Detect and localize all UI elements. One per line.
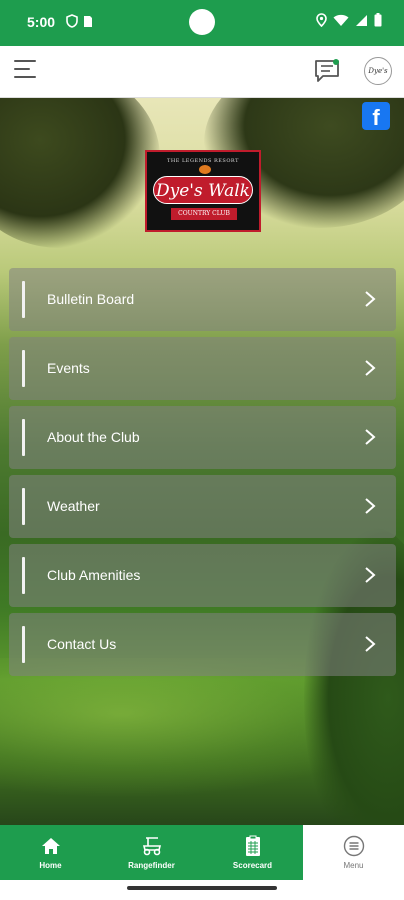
golf-cart-icon <box>142 837 161 856</box>
logo-sub-text: COUNTRY CLUB <box>171 208 237 220</box>
chevron-right-icon <box>365 636 376 652</box>
menu-item-weather[interactable]: Weather <box>9 475 396 538</box>
status-bar: 5:00 <box>0 0 404 46</box>
menu-item-label: Events <box>47 360 90 376</box>
menu-item-about-the-club[interactable]: About the Club <box>9 406 396 469</box>
tree-canopy-left <box>0 98 160 248</box>
sim-card-icon <box>84 15 92 27</box>
status-time: 5:00 <box>27 14 56 30</box>
logo-name: Dye's Walk <box>153 176 253 204</box>
menu-item-label: About the Club <box>47 429 140 445</box>
signal-icon <box>356 14 367 26</box>
nav-home-label: Home <box>39 861 62 870</box>
orange-icon <box>199 165 211 174</box>
camera-cutout <box>189 9 215 35</box>
chevron-right-icon <box>365 567 376 583</box>
chevron-right-icon <box>365 360 376 376</box>
menu-item-label: Club Amenities <box>47 567 141 583</box>
club-badge-text: Dye's <box>368 67 388 75</box>
chevron-right-icon <box>365 291 376 307</box>
menu-item-accent <box>22 419 25 456</box>
nav-rangefinder-label: Rangefinder <box>128 861 175 870</box>
menu-item-label: Bulletin Board <box>47 291 135 307</box>
menu-item-accent <box>22 281 25 318</box>
gesture-area <box>0 880 404 900</box>
menu-circle-icon <box>343 835 364 857</box>
golf-course-background: f THE LEGENDS RESORT Dye's Walk COUNTRY … <box>0 98 404 825</box>
menu-item-accent <box>22 488 25 525</box>
bottom-navigation: Home Rangefinder Scorecard Menu <box>0 825 404 880</box>
menu-item-club-amenities[interactable]: Club Amenities <box>9 544 396 607</box>
menu-item-contact-us[interactable]: Contact Us <box>9 613 396 676</box>
scorecard-icon <box>245 835 260 856</box>
menu-item-accent <box>22 557 25 594</box>
chevron-right-icon <box>365 498 376 514</box>
nav-menu-label: Menu <box>343 861 364 870</box>
home-icon <box>41 838 60 854</box>
hamburger-menu-icon[interactable] <box>14 60 40 84</box>
logo-top-text: THE LEGENDS RESORT <box>167 158 239 164</box>
nav-menu[interactable]: Menu <box>303 825 404 880</box>
battery-icon <box>374 13 382 27</box>
shield-icon <box>66 14 78 28</box>
club-logo-button[interactable]: Dye's <box>364 57 392 85</box>
wifi-icon <box>333 14 349 26</box>
menu-item-events[interactable]: Events <box>9 337 396 400</box>
menu-item-label: Contact Us <box>47 636 117 652</box>
location-icon <box>316 13 327 27</box>
club-logo: THE LEGENDS RESORT Dye's Walk COUNTRY CL… <box>145 150 261 232</box>
nav-scorecard[interactable]: Scorecard <box>202 825 303 880</box>
menu-item-accent <box>22 350 25 387</box>
home-gesture-bar[interactable] <box>127 886 277 890</box>
nav-rangefinder[interactable]: Rangefinder <box>101 825 202 880</box>
status-icons-left <box>66 14 93 28</box>
facebook-letter: f <box>372 105 380 130</box>
nav-home[interactable]: Home <box>0 825 101 880</box>
nav-scorecard-label: Scorecard <box>232 861 273 870</box>
status-icons-right <box>316 13 382 27</box>
main-menu-list: Bulletin Board Events About the Club Wea… <box>9 268 396 682</box>
notification-dot <box>333 59 339 65</box>
chevron-right-icon <box>365 429 376 445</box>
app-header: Dye's <box>0 46 404 98</box>
menu-item-accent <box>22 626 25 663</box>
menu-item-label: Weather <box>47 498 100 514</box>
menu-item-bulletin-board[interactable]: Bulletin Board <box>9 268 396 331</box>
facebook-icon[interactable]: f <box>362 102 390 130</box>
